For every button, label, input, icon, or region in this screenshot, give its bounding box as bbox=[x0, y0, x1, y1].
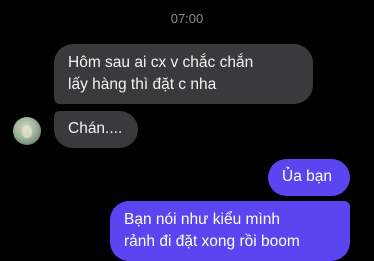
outgoing-message[interactable]: Ủa bạn bbox=[268, 159, 350, 196]
incoming-message[interactable]: Hôm sau ai cx v chắc chắn lấy hàng thì đ… bbox=[54, 44, 313, 104]
incoming-message[interactable]: Chán.... bbox=[54, 111, 138, 148]
contact-avatar[interactable] bbox=[13, 117, 41, 145]
message-timestamp: 07:00 bbox=[170, 11, 204, 26]
avatar-figure bbox=[22, 125, 32, 138]
outgoing-message[interactable]: Bạn nói như kiểu mình rảnh đi đặt xong r… bbox=[110, 201, 350, 261]
